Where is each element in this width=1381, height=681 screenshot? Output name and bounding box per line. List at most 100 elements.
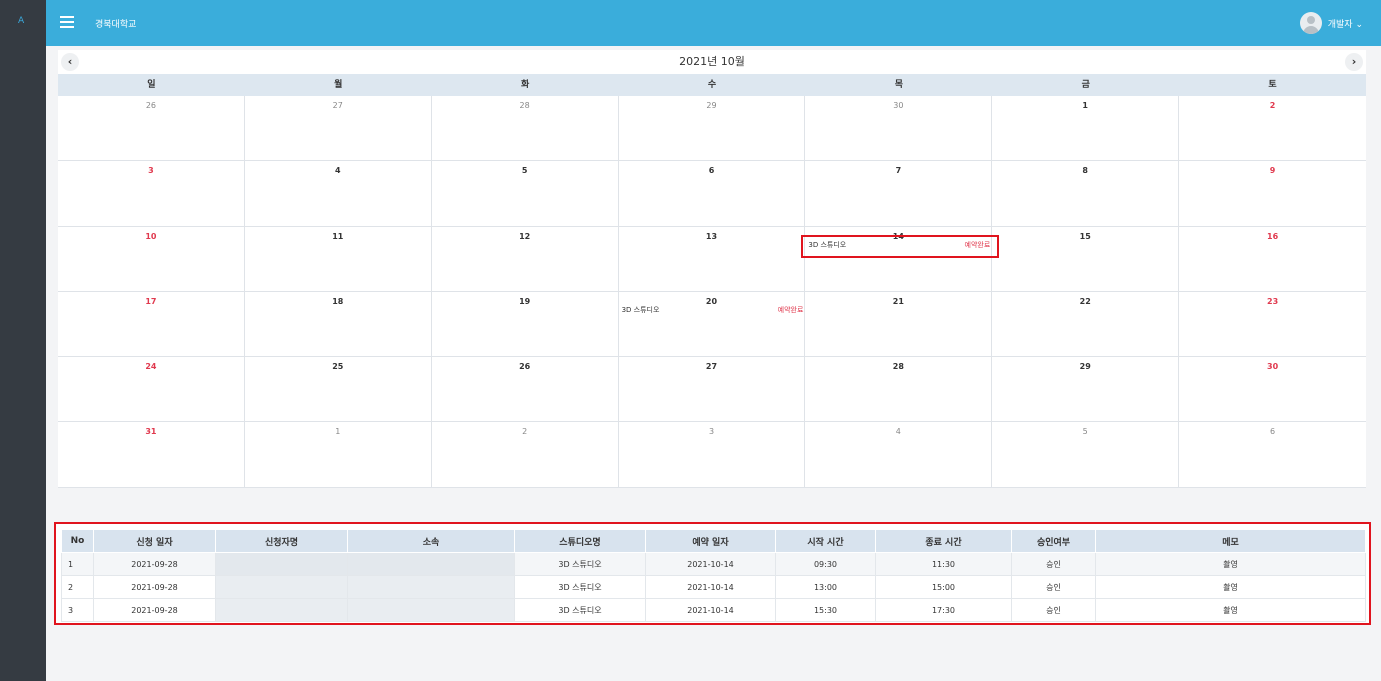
day-number: 9 bbox=[1269, 166, 1276, 176]
calendar-day-cell[interactable]: 10 bbox=[58, 226, 245, 292]
calendar-day-cell[interactable]: 24 bbox=[58, 357, 245, 423]
calendar-day-cell[interactable]: 1 bbox=[992, 96, 1180, 162]
calendar-day-cell[interactable]: 21 bbox=[805, 291, 993, 358]
day-number: 25 bbox=[332, 362, 344, 372]
calendar-day-cell[interactable]: 27 bbox=[244, 96, 432, 162]
calendar-day-cell[interactable]: 16 bbox=[1179, 227, 1366, 292]
event-name: 3D 스튜디오 bbox=[808, 240, 847, 249]
table-cell: 2021-10-14 bbox=[645, 552, 776, 576]
table-cell: 17:30 bbox=[875, 598, 1012, 622]
calendar-day-cell[interactable]: 2 bbox=[1179, 96, 1366, 162]
calendar-day-cell[interactable]: 5 bbox=[431, 161, 619, 227]
calendar-event[interactable]: 3D 스튜디오 예약완료 bbox=[622, 305, 804, 315]
calendar-day-cell[interactable]: 7 bbox=[805, 161, 993, 227]
calendar-day-cell[interactable]: 4 bbox=[805, 422, 993, 488]
calendar-day-cell[interactable]: 5 bbox=[992, 422, 1180, 488]
column-header[interactable]: 승인여부 bbox=[1011, 529, 1096, 553]
column-header[interactable]: 스튜디오명 bbox=[514, 529, 646, 553]
calendar-day-cell[interactable]: 11 bbox=[244, 226, 432, 292]
day-number: 12 bbox=[519, 231, 531, 241]
table-row[interactable]: 2 2021-09-28 3D 스튜디오 2021-10-14 13:00 15:00 승인… bbox=[61, 575, 1366, 599]
table-header-row: No 신청 일자 신청자명 소속 스튜디오명 예약 일자 시작 시간 종료 시간 승인여부 메모 bbox=[61, 529, 1366, 553]
table-cell bbox=[347, 598, 515, 622]
calendar-day-cell[interactable]: 19 bbox=[431, 291, 619, 358]
calendar-day-cell[interactable]: 3 bbox=[618, 422, 806, 488]
day-number: 19 bbox=[519, 296, 531, 306]
calendar-day-cell[interactable]: 28 bbox=[431, 96, 619, 162]
calendar-day-cell[interactable]: 30 bbox=[1179, 357, 1366, 423]
weekday-label: 토 bbox=[1268, 80, 1277, 90]
calendar-event[interactable]: 3D 스튜디오 예약완료 bbox=[808, 240, 990, 250]
calendar-day-cell[interactable]: 12 bbox=[431, 226, 619, 292]
calendar-day-cell[interactable]: 27 bbox=[618, 357, 806, 423]
calendar-day-cell[interactable]: 6 bbox=[1179, 422, 1366, 488]
day-number: 6 bbox=[708, 166, 715, 176]
table-row[interactable]: 3 2021-09-28 3D 스튜디오 2021-10-14 15:30 17:30 승인… bbox=[61, 598, 1366, 622]
column-header[interactable]: 종료 시간 bbox=[875, 529, 1012, 553]
day-number: 1 bbox=[1082, 101, 1088, 110]
calendar-day-cell[interactable]: 31 bbox=[58, 422, 245, 488]
calendar-day-cell[interactable]: 13 bbox=[618, 226, 806, 292]
day-number: 26 bbox=[145, 101, 157, 110]
table-cell: 15:30 bbox=[775, 598, 876, 622]
calendar-day-cell[interactable]: 23 bbox=[1179, 292, 1366, 358]
calendar-day-cell[interactable]: 4 bbox=[244, 161, 432, 227]
sidebar-logo[interactable]: A bbox=[18, 16, 24, 26]
day-number: 4 bbox=[895, 427, 901, 437]
user-menu[interactable]: 개발자 ⌄ bbox=[1299, 12, 1363, 34]
day-number: 23 bbox=[1267, 296, 1279, 306]
day-number: 17 bbox=[145, 296, 157, 306]
table-cell: 3D 스튜디오 bbox=[514, 598, 646, 622]
day-number: 3 bbox=[708, 427, 715, 437]
calendar-day-cell[interactable]: 30 bbox=[805, 96, 993, 162]
table-cell: 촬영 bbox=[1095, 552, 1366, 576]
table-cell: 2021-09-28 bbox=[93, 552, 216, 576]
day-number: 26 bbox=[519, 362, 531, 372]
calendar-day-cell[interactable]: 2 bbox=[431, 422, 619, 488]
calendar-day-cell[interactable]: 20 3D 스튜디오 예약완료 bbox=[618, 291, 806, 358]
calendar-day-cell[interactable]: 29 bbox=[618, 96, 806, 162]
calendar-day-cell[interactable]: 15 bbox=[992, 226, 1180, 292]
table-cell bbox=[347, 552, 515, 576]
table-cell: 2021-09-28 bbox=[93, 598, 216, 622]
weekday-header: 일월화수목금토 bbox=[58, 74, 1366, 96]
calendar-day-cell[interactable]: 28 bbox=[805, 357, 993, 423]
table-row[interactable]: 1 2021-09-28 3D 스튜디오 2021-10-14 09:30 11:30 승인… bbox=[61, 552, 1366, 576]
table-cell: 2021-10-14 bbox=[645, 598, 776, 622]
calendar-day-cell[interactable]: 1 bbox=[244, 422, 432, 488]
calendar-day-cell[interactable]: 14 3D 스튜디오 예약완료 bbox=[805, 226, 993, 292]
column-header[interactable]: 신청자명 bbox=[215, 529, 348, 553]
calendar-day-cell[interactable]: 26 bbox=[58, 96, 245, 162]
calendar-day-cell[interactable]: 17 bbox=[58, 291, 245, 358]
calendar-day-cell[interactable]: 9 bbox=[1179, 161, 1366, 227]
calendar-day-cell[interactable]: 22 bbox=[992, 291, 1180, 358]
calendar-day-cell[interactable]: 8 bbox=[992, 161, 1180, 227]
calendar-day-cell[interactable]: 25 bbox=[244, 357, 432, 423]
calendar-day-cell[interactable]: 26 bbox=[431, 357, 619, 423]
column-header[interactable]: 메모 bbox=[1095, 529, 1366, 553]
calendar-day-cell[interactable]: 29 bbox=[992, 357, 1180, 423]
column-header[interactable]: 신청 일자 bbox=[93, 529, 216, 553]
day-number: 1 bbox=[335, 427, 341, 437]
column-header[interactable]: 예약 일자 bbox=[645, 529, 776, 553]
calendar-grid: 26 27 28 29 30 1 2 3 4 5 6 7 8 9 10 11 12 13 14 3D 스튜디오 예약완료… bbox=[58, 96, 1366, 488]
column-header[interactable]: 소속 bbox=[347, 529, 515, 553]
table-cell bbox=[347, 575, 515, 599]
day-number: 2 bbox=[522, 427, 528, 437]
day-number: 14 bbox=[892, 231, 904, 241]
table-cell: 1 bbox=[61, 552, 94, 576]
calendar-day-cell[interactable]: 6 bbox=[618, 161, 806, 227]
top-bar: 경북대학교 개발자 ⌄ bbox=[46, 0, 1381, 46]
weekday-label: 화 bbox=[520, 80, 530, 90]
prev-month-button[interactable]: ‹ bbox=[61, 53, 79, 71]
next-month-button[interactable]: › bbox=[1345, 53, 1363, 71]
day-number: 6 bbox=[1270, 427, 1276, 437]
column-header[interactable]: No bbox=[61, 529, 94, 553]
table-cell bbox=[215, 575, 348, 599]
calendar-day-cell[interactable]: 18 bbox=[244, 291, 432, 358]
calendar-header: ‹ 2021년 10월 › bbox=[58, 50, 1366, 74]
table-cell: 승인 bbox=[1011, 575, 1096, 599]
hamburger-menu-icon[interactable] bbox=[60, 16, 74, 28]
calendar-day-cell[interactable]: 3 bbox=[58, 161, 245, 227]
column-header[interactable]: 시작 시간 bbox=[775, 529, 876, 553]
